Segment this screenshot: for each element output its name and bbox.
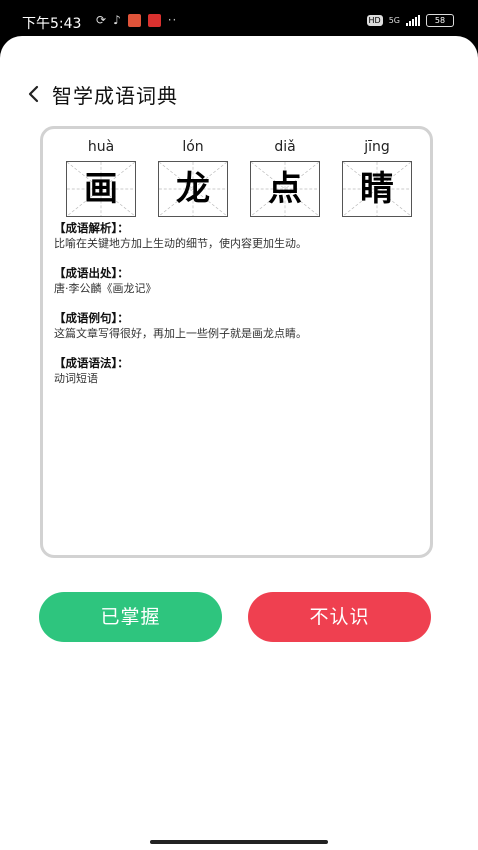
char-item: jīng 睛 [341,137,413,217]
app-notification-icon [127,13,141,27]
unknown-button[interactable]: 不认识 [248,592,431,642]
page-title: 智学成语词典 [52,84,178,108]
char-item: huà 画 [65,137,137,217]
char-grid-box: 龙 [158,161,228,217]
signal-icon [406,15,420,26]
section-example: 【成语例句】： 这篇文章写得很好，再加上一些例子就是画龙点睛。 [54,311,424,342]
character: 龙 [176,169,210,209]
status-bar: 下午5:43 ⟳ ♪ ·· HD 5G 58 [0,0,478,40]
section-body: 动词短语 [54,372,98,385]
more-notifications-icon: ·· [167,13,178,27]
app-screen: 智学成语词典 huà 画 lón 龙 diǎ 点 jīng 睛 【成语解析】： … [0,36,478,850]
character: 点 [268,169,302,209]
pinyin: jīng [364,139,390,155]
chevron-left-icon [28,85,39,103]
battery-icon: 58 [426,14,454,27]
character: 睛 [360,169,394,209]
char-item: diǎ 点 [249,137,321,217]
system-icons: HD 5G 58 [366,14,454,27]
idiom-card: huà 画 lón 龙 diǎ 点 jīng 睛 【成语解析】： 比喻在关键地方… [40,126,433,558]
app-notification-icon-2 [147,13,161,27]
pinyin: huà [87,139,115,155]
section-body: 唐·李公麟《画龙记》 [54,282,157,295]
section-source: 【成语出处】： 唐·李公麟《画龙记》 [54,266,424,297]
char-grid-box: 点 [250,161,320,217]
character: 画 [84,169,118,209]
status-time: 下午5:43 [22,16,82,32]
tiktok-icon: ♪ [113,13,121,27]
section-grammar: 【成语语法】： 动词短语 [54,356,424,387]
section-title: 【成语出处】： [54,266,129,280]
notification-icons: ⟳ ♪ ·· [96,13,177,27]
idiom-characters: huà 画 lón 龙 diǎ 点 jīng 睛 [65,137,415,221]
char-item: lón 龙 [157,137,229,217]
header: 智学成语词典 [0,76,478,112]
back-button[interactable] [24,81,44,107]
section-title: 【成语解析】： [54,221,129,235]
home-indicator[interactable] [150,840,328,844]
hd-icon: HD [366,15,383,26]
section-title: 【成语语法】： [54,356,129,370]
section-body: 这篇文章写得很好，再加上一些例子就是画龙点睛。 [54,327,307,340]
pinyin: lón [182,139,204,155]
char-grid-box: 画 [66,161,136,217]
mastered-button[interactable]: 已掌握 [39,592,222,642]
idiom-details: 【成语解析】： 比喻在关键地方加上生动的细节，使内容更加生动。 【成语出处】： … [54,221,424,401]
section-explanation: 【成语解析】： 比喻在关键地方加上生动的细节，使内容更加生动。 [54,221,424,252]
section-body: 比喻在关键地方加上生动的细节，使内容更加生动。 [54,237,307,250]
section-title: 【成语例句】： [54,311,129,325]
network-type: 5G [388,16,400,25]
pinyin: diǎ [274,139,296,155]
settings-sync-icon: ⟳ [96,13,107,27]
char-grid-box: 睛 [342,161,412,217]
